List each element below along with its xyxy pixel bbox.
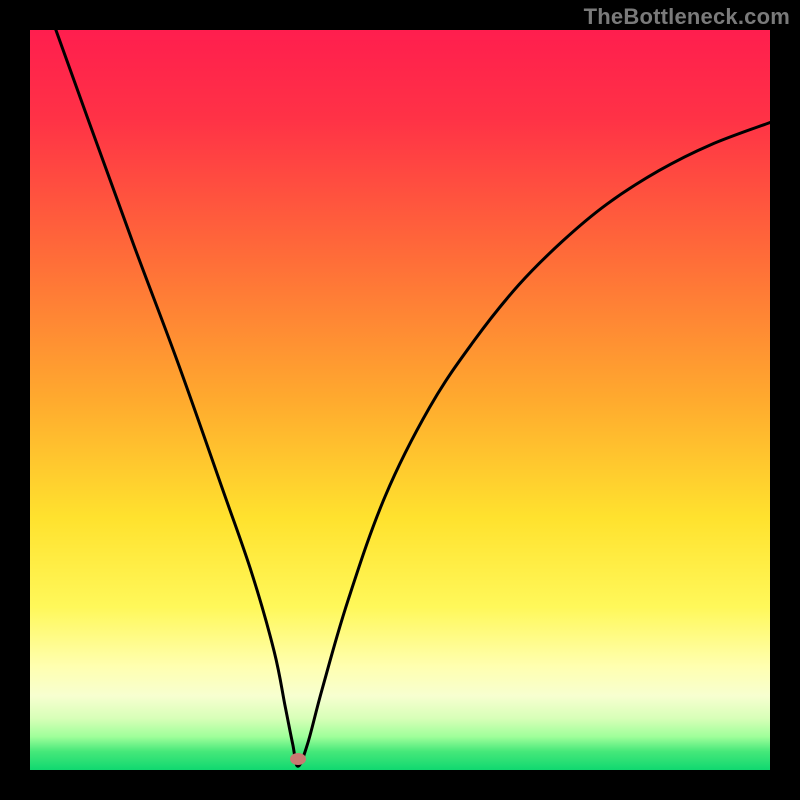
watermark-text: TheBottleneck.com	[584, 4, 790, 30]
chart-frame: TheBottleneck.com	[0, 0, 800, 800]
plot-area	[30, 30, 770, 770]
optimal-point-marker	[290, 753, 306, 765]
bottleneck-curve	[30, 30, 770, 770]
